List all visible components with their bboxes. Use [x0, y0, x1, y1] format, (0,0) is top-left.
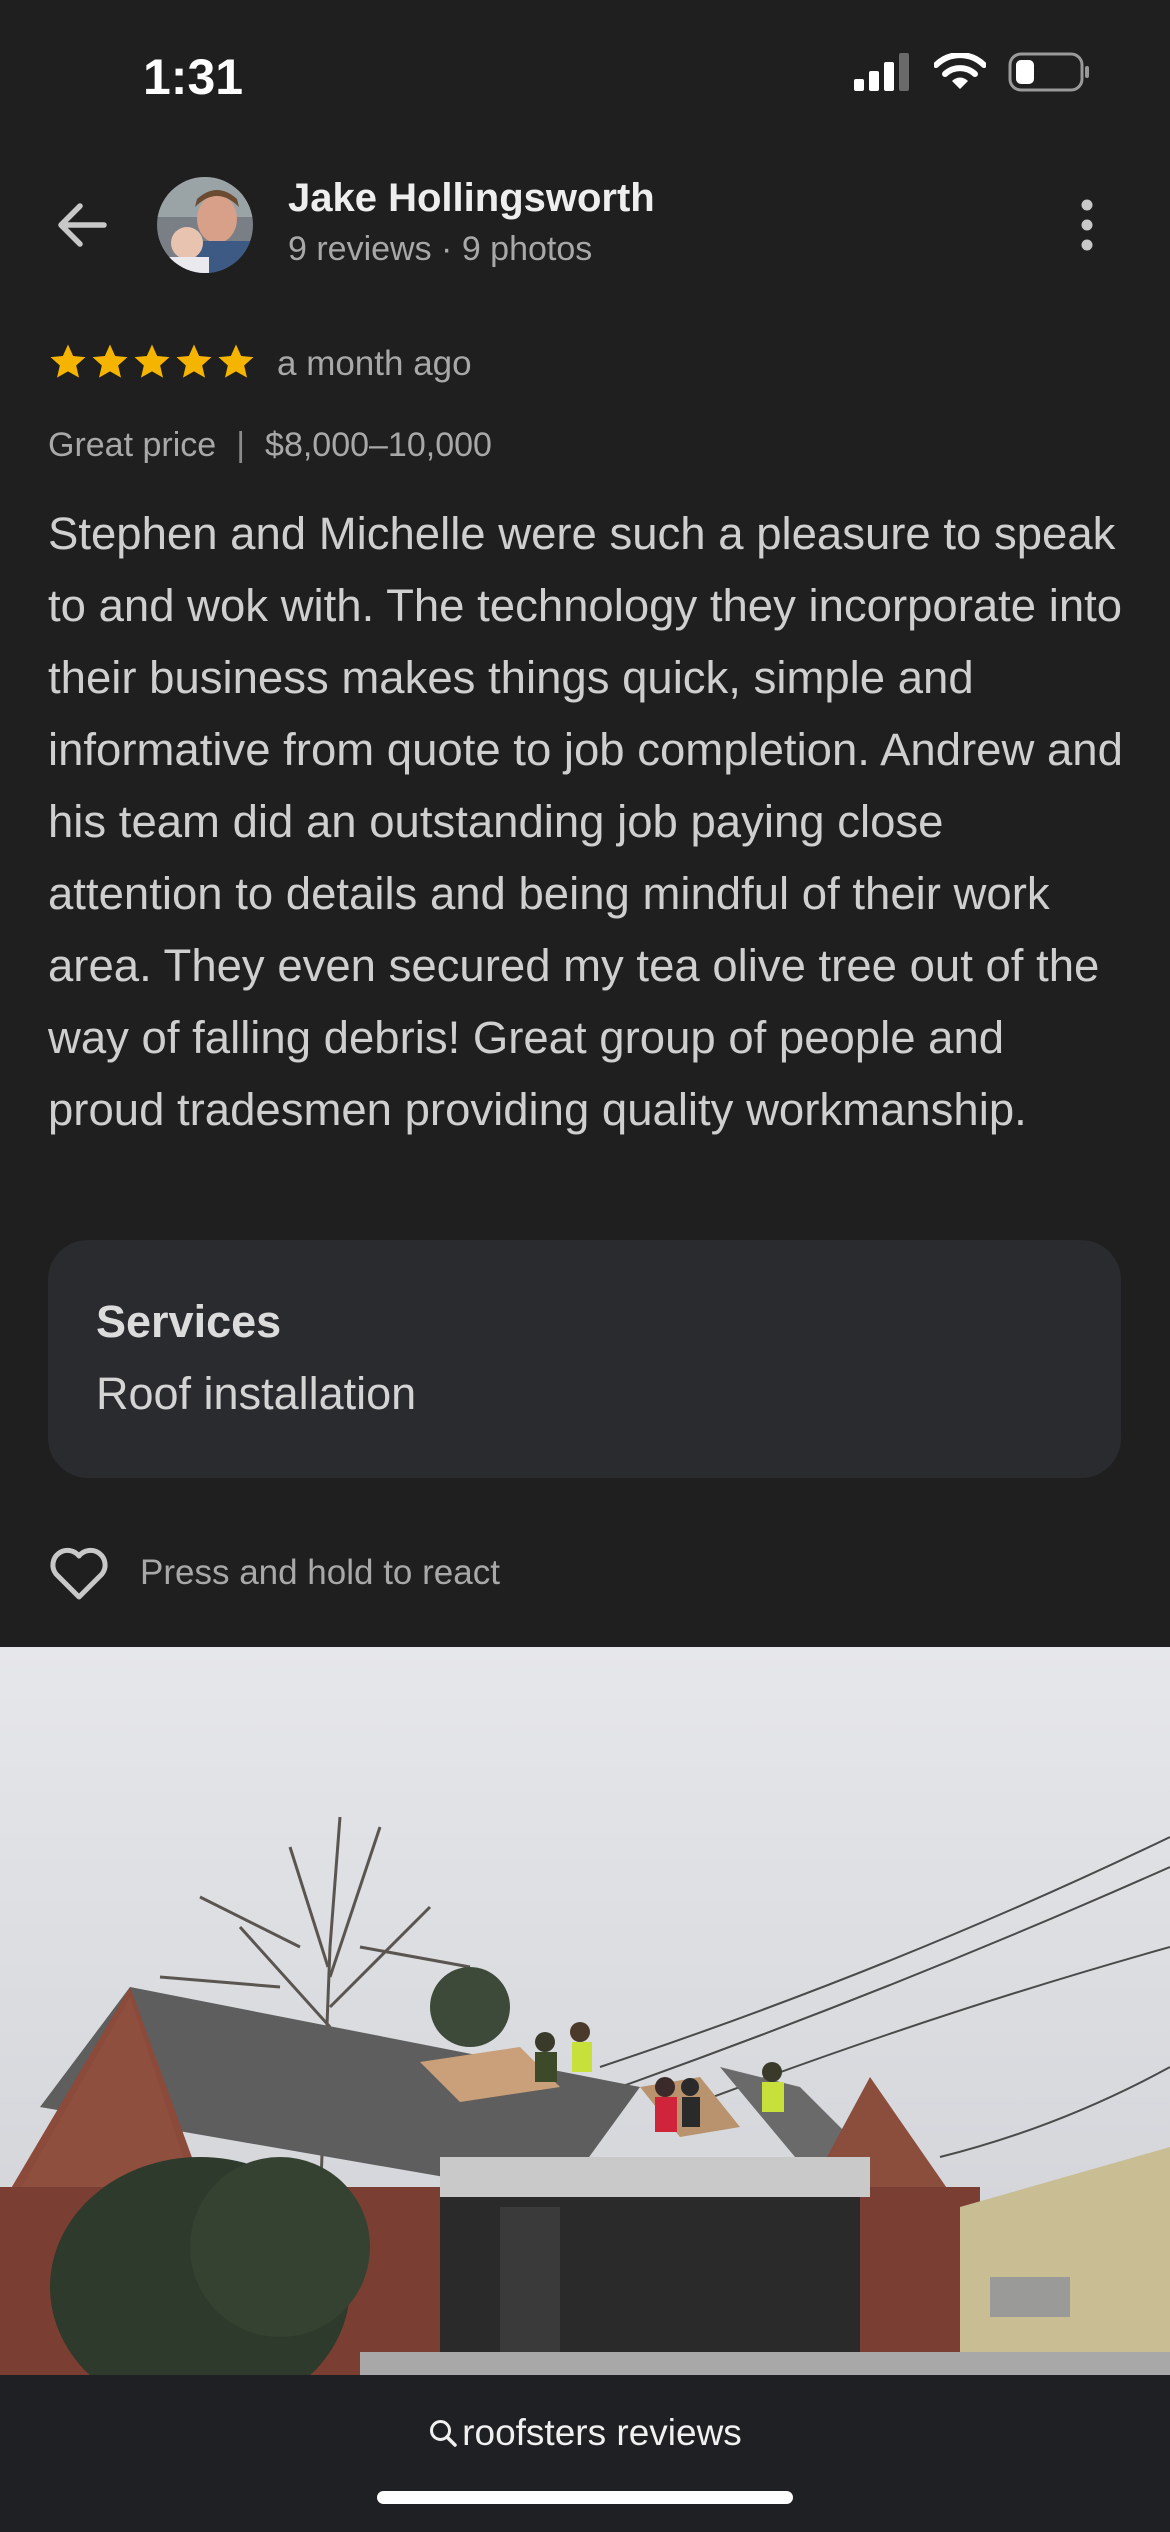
bottom-search-button[interactable]: roofsters reviews	[0, 2412, 1170, 2454]
star-icon	[176, 344, 212, 378]
react-hint: Press and hold to react	[140, 1553, 500, 1592]
review-time: a month ago	[277, 344, 472, 383]
star-icon	[218, 344, 254, 378]
price-divider: |	[236, 426, 246, 464]
signal-icon	[854, 53, 909, 91]
battery-icon	[1008, 52, 1089, 92]
reviewer-stats: 9 reviews · 9 photos	[288, 230, 593, 268]
react-button[interactable]: Press and hold to react	[48, 1545, 500, 1601]
price-row: Great price | $8,000–10,000	[48, 426, 492, 465]
status-icons	[854, 52, 1090, 92]
reviewer-name[interactable]: Jake Hollingsworth	[288, 176, 655, 221]
home-indicator[interactable]	[377, 2491, 793, 2504]
star-icon	[134, 344, 170, 378]
services-title: Services	[96, 1296, 282, 1347]
price-label: Great price	[48, 426, 217, 464]
star-icon	[92, 344, 128, 378]
status-time: 1:31	[143, 49, 244, 105]
services-value: Roof installation	[96, 1368, 417, 1419]
services-card: Services Roof installation	[48, 1240, 1121, 1478]
bottom-search-text: roofsters reviews	[462, 2412, 742, 2453]
wifi-icon	[934, 53, 986, 89]
more-options-icon[interactable]	[1075, 196, 1099, 256]
star-icon	[50, 344, 86, 378]
price-range: $8,000–10,000	[265, 426, 492, 464]
star-rating	[48, 342, 256, 382]
search-icon	[430, 2420, 457, 2447]
review-text: Stephen and Michelle were such a pleasur…	[48, 508, 1123, 1135]
review-photo[interactable]	[0, 1647, 1170, 2375]
back-arrow-icon[interactable]	[52, 195, 112, 255]
heart-icon[interactable]	[48, 1545, 110, 1601]
reviewer-avatar[interactable]	[157, 177, 253, 273]
